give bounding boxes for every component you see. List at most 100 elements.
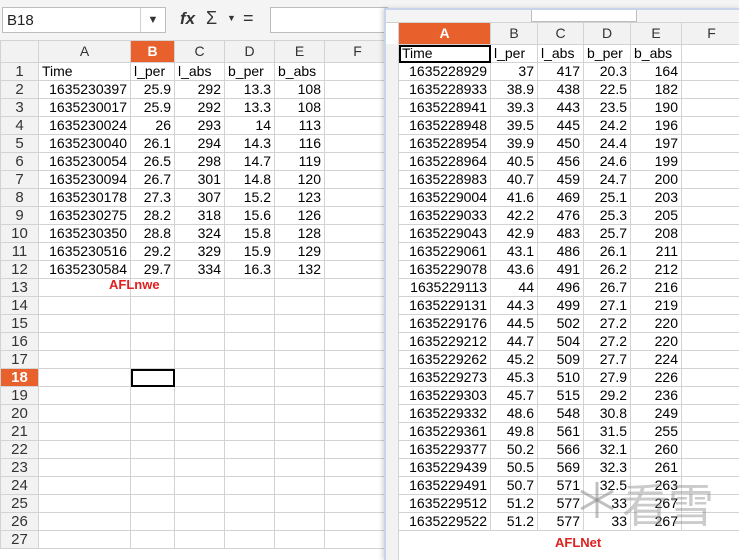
cell[interactable]: 220 (631, 333, 682, 351)
cell[interactable]: 15.8 (225, 225, 275, 243)
cell[interactable]: 132 (275, 261, 325, 279)
cell[interactable] (175, 513, 225, 531)
cell[interactable]: 1635229176 (399, 315, 491, 333)
cell[interactable]: 1635229273 (399, 369, 491, 387)
cell[interactable]: 27.7 (584, 351, 631, 369)
column-header-c[interactable]: C (538, 23, 584, 45)
formula-input[interactable] (270, 7, 388, 33)
cell[interactable]: 27.9 (584, 369, 631, 387)
cell[interactable] (39, 477, 131, 495)
cell[interactable] (325, 369, 391, 387)
cell[interactable] (275, 495, 325, 513)
cell[interactable] (682, 279, 739, 297)
cell[interactable]: 1635229262 (399, 351, 491, 369)
row-header[interactable]: 12 (1, 261, 39, 279)
cell[interactable]: 1635230094 (39, 171, 131, 189)
cell[interactable]: 14.3 (225, 135, 275, 153)
cell[interactable]: 1635228983 (399, 171, 491, 189)
row-header[interactable]: 5 (1, 135, 39, 153)
cell[interactable] (325, 513, 391, 531)
cell[interactable]: 29.2 (131, 243, 175, 261)
cell[interactable] (325, 495, 391, 513)
cell[interactable] (39, 297, 131, 315)
cell[interactable] (175, 315, 225, 333)
cell[interactable] (225, 423, 275, 441)
cell[interactable]: 1635229033 (399, 207, 491, 225)
cell[interactable] (275, 279, 325, 297)
cell[interactable] (325, 531, 391, 549)
cell[interactable]: 301 (175, 171, 225, 189)
cell[interactable]: 23.5 (584, 99, 631, 117)
cell[interactable]: 1635230516 (39, 243, 131, 261)
cell[interactable] (325, 477, 391, 495)
cell[interactable]: 40.7 (491, 171, 538, 189)
row-header[interactable]: 8 (1, 189, 39, 207)
cell[interactable] (682, 243, 739, 261)
cell[interactable]: 14.8 (225, 171, 275, 189)
row-header[interactable]: 27 (1, 531, 39, 549)
column-header-f[interactable]: F (325, 41, 391, 63)
cell[interactable]: 27.1 (584, 297, 631, 315)
row-header[interactable]: 24 (1, 477, 39, 495)
cell[interactable] (175, 531, 225, 549)
cell[interactable]: 1635229361 (399, 423, 491, 441)
row-header[interactable]: 21 (1, 423, 39, 441)
cell[interactable] (131, 423, 175, 441)
cell[interactable]: 51.2 (491, 513, 538, 531)
cell[interactable] (682, 207, 739, 225)
cell[interactable]: 1635228941 (399, 99, 491, 117)
cell[interactable] (682, 45, 739, 63)
cell[interactable] (131, 495, 175, 513)
cell[interactable] (39, 513, 131, 531)
column-header-e[interactable]: E (275, 41, 325, 63)
cell[interactable] (325, 243, 391, 261)
cell[interactable] (39, 495, 131, 513)
cell[interactable]: 208 (631, 225, 682, 243)
cell[interactable]: 459 (538, 171, 584, 189)
cell[interactable]: 1635230178 (39, 189, 131, 207)
cell[interactable]: 28.8 (131, 225, 175, 243)
cell[interactable]: 45.7 (491, 387, 538, 405)
cell[interactable]: 1635229004 (399, 189, 491, 207)
cell[interactable] (682, 135, 739, 153)
cell[interactable] (39, 459, 131, 477)
cell[interactable] (325, 441, 391, 459)
row-header[interactable]: 26 (1, 513, 39, 531)
cell[interactable] (131, 333, 175, 351)
cell[interactable]: 561 (538, 423, 584, 441)
cell[interactable]: 1635230397 (39, 81, 131, 99)
cell[interactable]: 502 (538, 315, 584, 333)
cell[interactable]: 318 (175, 207, 225, 225)
cell[interactable]: 42.2 (491, 207, 538, 225)
cell[interactable] (39, 351, 131, 369)
cell[interactable]: l_per (131, 63, 175, 81)
cell[interactable]: 129 (275, 243, 325, 261)
cell[interactable]: 226 (631, 369, 682, 387)
cell[interactable]: 1635229212 (399, 333, 491, 351)
chevron-down-icon[interactable]: ▼ (140, 8, 165, 32)
row-header[interactable]: 1 (1, 63, 39, 81)
cell[interactable]: 255 (631, 423, 682, 441)
cell[interactable]: 128 (275, 225, 325, 243)
cell[interactable]: 44.5 (491, 315, 538, 333)
cell[interactable]: 1635228933 (399, 81, 491, 99)
cell[interactable] (325, 189, 391, 207)
cell[interactable] (175, 441, 225, 459)
cell[interactable] (175, 333, 225, 351)
cell[interactable]: 197 (631, 135, 682, 153)
sum-icon[interactable]: Σ (206, 8, 217, 29)
cell[interactable] (682, 315, 739, 333)
cell[interactable]: 22.5 (584, 81, 631, 99)
cell[interactable]: 329 (175, 243, 225, 261)
cell[interactable]: 292 (175, 99, 225, 117)
cell[interactable]: 224 (631, 351, 682, 369)
cell[interactable]: 196 (631, 117, 682, 135)
cell[interactable] (682, 405, 739, 423)
row-header[interactable]: 15 (1, 315, 39, 333)
cell[interactable]: 1635230024 (39, 117, 131, 135)
cell[interactable] (275, 333, 325, 351)
cell[interactable]: 220 (631, 315, 682, 333)
cell[interactable]: 509 (538, 351, 584, 369)
cell[interactable]: 515 (538, 387, 584, 405)
cell[interactable]: 438 (538, 81, 584, 99)
